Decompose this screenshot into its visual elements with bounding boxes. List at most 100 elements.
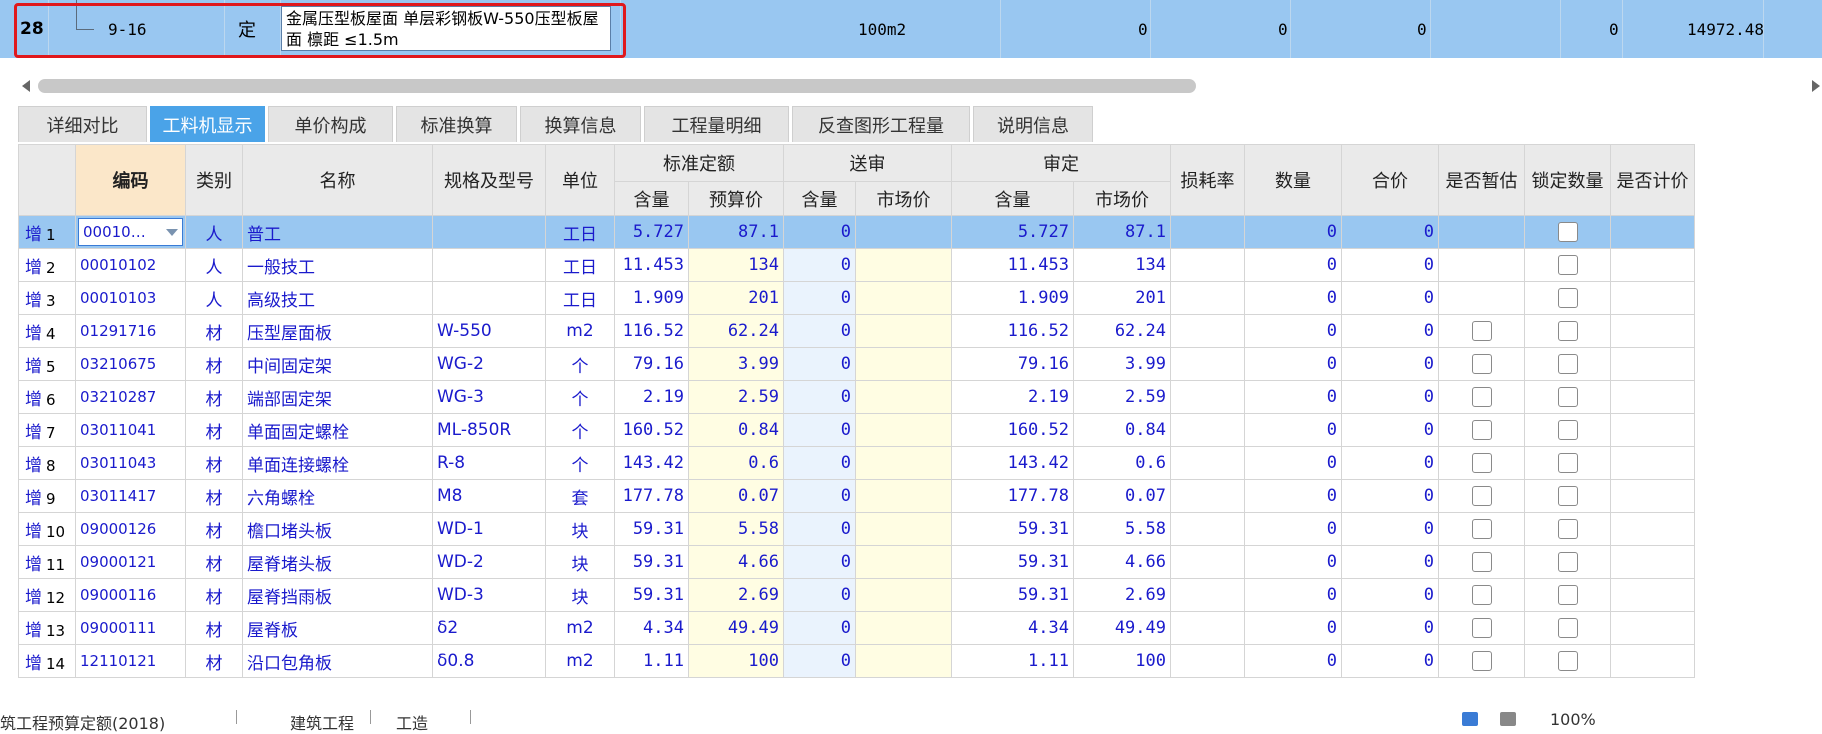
priced-cell[interactable] [1610, 446, 1695, 480]
approve-qty-cell[interactable]: 5.727 [951, 215, 1074, 249]
std-qty-cell[interactable]: 116.52 [614, 314, 689, 348]
loss-rate-cell[interactable] [1170, 545, 1245, 579]
spec-cell[interactable]: ML-850R [432, 413, 546, 447]
code-dropdown[interactable]: 00010… [78, 218, 183, 246]
quantity-cell[interactable]: 0 [1244, 314, 1342, 348]
submit-qty-cell[interactable]: 0 [783, 347, 856, 381]
std-price-cell[interactable]: 0.84 [688, 413, 784, 447]
std-qty-cell[interactable]: 177.78 [614, 479, 689, 513]
provisional-checkbox[interactable] [1471, 585, 1492, 605]
priced-cell[interactable] [1610, 512, 1695, 546]
approve-price-cell[interactable]: 201 [1073, 281, 1171, 315]
priced-cell[interactable] [1610, 644, 1695, 678]
provisional-checkbox[interactable] [1471, 651, 1492, 671]
provisional-cell[interactable] [1438, 512, 1525, 546]
row-add-marker[interactable]: 增 10 [18, 512, 76, 546]
loss-rate-cell[interactable] [1170, 644, 1245, 678]
provisional-cell[interactable] [1438, 545, 1525, 579]
loss-rate-cell[interactable] [1170, 578, 1245, 612]
total-cell[interactable]: 0 [1341, 611, 1439, 645]
name-cell[interactable]: 屋脊堵头板 [242, 545, 433, 579]
total-cell[interactable]: 0 [1341, 281, 1439, 315]
priced-cell[interactable] [1610, 578, 1695, 612]
lock-cell[interactable] [1524, 281, 1611, 315]
provisional-cell[interactable] [1438, 578, 1525, 612]
tab-standard-conversion[interactable]: 标准换算 [396, 106, 517, 142]
name-cell[interactable]: 六角螺栓 [242, 479, 433, 513]
total-cell[interactable]: 0 [1341, 380, 1439, 414]
std-price-cell[interactable]: 201 [688, 281, 784, 315]
std-qty-cell[interactable]: 4.34 [614, 611, 689, 645]
table-row[interactable]: 增 10 09000126 材檐口堵头板 WD-1 块 59.31 5.58 0 59.31 5.5… [18, 512, 1695, 546]
priced-cell[interactable] [1610, 215, 1695, 249]
unit-cell[interactable]: 套 [545, 479, 615, 513]
header-lock-quantity[interactable]: 锁定数量 [1524, 144, 1611, 216]
lock-quantity-checkbox[interactable] [1557, 255, 1578, 275]
header-unit[interactable]: 单位 [545, 144, 615, 216]
scrollbar-thumb[interactable] [38, 79, 1196, 93]
quota-value-2[interactable]: 0 [1278, 0, 1288, 58]
std-qty-cell[interactable]: 59.31 [614, 545, 689, 579]
tab-detail-compare[interactable]: 详细对比 [18, 106, 147, 142]
total-cell[interactable]: 0 [1341, 512, 1439, 546]
quantity-cell[interactable]: 0 [1244, 215, 1342, 249]
name-cell[interactable]: 端部固定架 [242, 380, 433, 414]
row-add-marker[interactable]: 增8 [18, 446, 76, 480]
submit-price-cell[interactable] [855, 446, 952, 480]
category-cell[interactable]: 材 [185, 578, 243, 612]
lock-cell[interactable] [1524, 380, 1611, 414]
code-cell[interactable]: 09000111 [75, 611, 186, 645]
quota-value-1[interactable]: 0 [1138, 0, 1148, 58]
submit-qty-cell[interactable]: 0 [783, 413, 856, 447]
header-approve-qty[interactable]: 含量 [951, 181, 1074, 216]
row-add-marker[interactable]: 增7 [18, 413, 76, 447]
lock-quantity-checkbox[interactable] [1557, 453, 1578, 473]
spec-cell[interactable]: WG-2 [432, 347, 546, 381]
submit-price-cell[interactable] [855, 248, 952, 282]
unit-cell[interactable]: 个 [545, 413, 615, 447]
std-price-cell[interactable]: 4.66 [688, 545, 784, 579]
quota-value-4[interactable]: 0 [1609, 0, 1619, 58]
approve-qty-cell[interactable]: 59.31 [951, 512, 1074, 546]
row-add-marker[interactable]: 增4 [18, 314, 76, 348]
lock-quantity-checkbox[interactable] [1557, 585, 1578, 605]
provisional-checkbox[interactable] [1471, 552, 1492, 572]
total-cell[interactable]: 0 [1341, 479, 1439, 513]
code-cell[interactable]: 09000121 [75, 545, 186, 579]
provisional-checkbox[interactable] [1471, 453, 1492, 473]
header-std-budget-price[interactable]: 预算价 [688, 181, 784, 216]
name-cell[interactable]: 单面固定螺栓 [242, 413, 433, 447]
table-row[interactable]: 增 6 03210287 材端部固定架 WG-3 个 2.19 2.59 0 2.19 2.59 0 0 [18, 380, 1695, 414]
code-value[interactable]: 00010… [83, 223, 146, 241]
provisional-checkbox[interactable] [1471, 486, 1492, 506]
loss-rate-cell[interactable] [1170, 413, 1245, 447]
approve-price-cell[interactable]: 100 [1073, 644, 1171, 678]
quantity-cell[interactable]: 0 [1244, 644, 1342, 678]
priced-cell[interactable] [1610, 347, 1695, 381]
name-cell[interactable]: 沿口包角板 [242, 644, 433, 678]
loss-rate-cell[interactable] [1170, 215, 1245, 249]
lock-cell[interactable] [1524, 512, 1611, 546]
header-std-qty[interactable]: 含量 [614, 181, 689, 216]
approve-price-cell[interactable]: 87.1 [1073, 215, 1171, 249]
loss-rate-cell[interactable] [1170, 380, 1245, 414]
header-is-priced[interactable]: 是否计价 [1610, 144, 1695, 216]
header-category[interactable]: 类别 [185, 144, 243, 216]
row-add-marker[interactable]: 增9 [18, 479, 76, 513]
submit-price-cell[interactable] [855, 644, 952, 678]
code-cell[interactable]: 00010103 [75, 281, 186, 315]
provisional-cell[interactable] [1438, 446, 1525, 480]
approve-qty-cell[interactable]: 11.453 [951, 248, 1074, 282]
unit-cell[interactable]: 工日 [545, 281, 615, 315]
std-qty-cell[interactable]: 2.19 [614, 380, 689, 414]
provisional-cell[interactable] [1438, 413, 1525, 447]
total-cell[interactable]: 0 [1341, 314, 1439, 348]
tab-labor-material-machine[interactable]: 工料机显示 [150, 106, 265, 142]
approve-qty-cell[interactable]: 143.42 [951, 446, 1074, 480]
loss-rate-cell[interactable] [1170, 314, 1245, 348]
unit-cell[interactable]: m2 [545, 314, 615, 348]
spec-cell[interactable]: δ2 [432, 611, 546, 645]
category-cell[interactable]: 材 [185, 545, 243, 579]
std-price-cell[interactable]: 3.99 [688, 347, 784, 381]
table-row[interactable]: 增 1 00010… 人普工 工日 5.727 87.1 0 5.727 87.1 0 0 [18, 215, 1695, 249]
